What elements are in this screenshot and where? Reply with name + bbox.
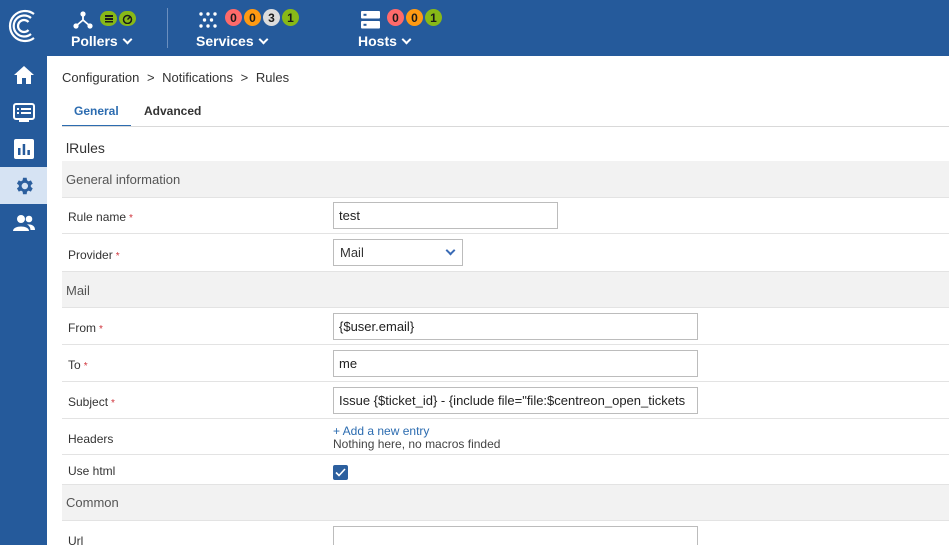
required-mark: *	[83, 361, 88, 372]
rule-name-label: Rule name	[68, 210, 127, 224]
section-mail: Mail	[62, 272, 949, 308]
top-bar: Pollers 0 0 3 1 Services 0 0 1 Hosts	[47, 0, 949, 56]
services-ok-count[interactable]: 1	[282, 9, 299, 26]
url-label: Url	[68, 534, 84, 545]
provider-selected-value: Mail	[340, 245, 364, 260]
pollers-icon	[73, 11, 93, 29]
headers-row: Headers + Add a new entry Nothing here, …	[62, 419, 949, 455]
main-content: Configuration > Notifications > Rules Ge…	[47, 56, 949, 545]
url-row: Url	[62, 521, 949, 545]
use-html-row: Use html	[62, 455, 949, 485]
services-critical-count[interactable]: 0	[225, 9, 242, 26]
from-input[interactable]: {$user.email}	[333, 313, 698, 340]
hosts-icon	[361, 11, 380, 29]
subject-label: Subject	[68, 395, 109, 409]
use-html-checkbox[interactable]	[333, 465, 348, 480]
sidebar-item-home[interactable]	[0, 56, 47, 93]
rule-name-row: Rule name * test	[62, 198, 949, 234]
headers-label: Headers	[68, 432, 114, 446]
chevron-down-icon	[258, 34, 269, 44]
required-mark: *	[115, 251, 120, 262]
subject-row: Subject * Issue {$ticket_id} - {include f…	[62, 382, 949, 419]
to-input[interactable]: me	[333, 350, 698, 377]
hosts-down-count[interactable]: 0	[387, 9, 404, 26]
to-label: To	[68, 358, 81, 372]
tab-general[interactable]: General	[62, 100, 131, 127]
topbar-divider	[167, 8, 168, 48]
centreon-logo-icon[interactable]	[8, 8, 40, 44]
administration-users-icon	[12, 214, 35, 231]
chevron-down-icon	[445, 245, 456, 256]
services-warning-count[interactable]: 0	[244, 9, 261, 26]
from-label: From	[68, 321, 96, 335]
pollers-label: Pollers	[71, 33, 118, 49]
page-title: lRules	[66, 140, 105, 156]
pollers-status	[100, 11, 136, 26]
use-html-label: Use html	[68, 464, 116, 478]
url-input[interactable]	[333, 526, 698, 545]
breadcrumb: Configuration > Notifications > Rules	[62, 70, 293, 85]
section-title: General information	[66, 172, 181, 187]
section-general-information: General information	[62, 161, 949, 198]
sidebar	[0, 0, 47, 545]
services-counters: 0 0 3 1	[225, 9, 299, 26]
required-mark: *	[99, 324, 103, 335]
headers-empty-note: Nothing here, no macros finded	[333, 437, 501, 451]
reporting-chart-icon	[13, 138, 34, 159]
chevron-down-icon	[122, 34, 133, 44]
services-menu[interactable]: 0 0 3 1 Services	[196, 0, 336, 56]
services-unknown-count[interactable]: 3	[263, 9, 280, 26]
hosts-unreachable-count[interactable]: 0	[406, 9, 423, 26]
breadcrumb-item-rules[interactable]: Rules	[256, 70, 289, 85]
tabs-divider	[62, 126, 949, 127]
hosts-counters: 0 0 1	[387, 9, 442, 26]
hosts-label: Hosts	[358, 33, 397, 49]
to-row: To * me	[62, 345, 949, 382]
latency-gauge-icon	[119, 11, 136, 26]
home-icon	[13, 65, 34, 84]
required-mark: *	[111, 398, 115, 409]
breadcrumb-separator: >	[146, 70, 155, 85]
sidebar-item-reporting[interactable]	[0, 130, 47, 167]
section-common: Common	[62, 485, 949, 521]
sidebar-item-administration[interactable]	[0, 204, 47, 241]
rule-form: General information Rule name * test Prov…	[62, 161, 949, 545]
breadcrumb-item-notifications[interactable]: Notifications	[162, 70, 233, 85]
database-icon	[100, 11, 117, 26]
hosts-up-count[interactable]: 1	[425, 9, 442, 26]
from-row: From * {$user.email}	[62, 308, 949, 345]
checkmark-icon	[335, 468, 346, 477]
services-icon	[199, 12, 217, 28]
breadcrumb-separator: >	[240, 70, 249, 85]
provider-row: Provider * Mail	[62, 234, 949, 272]
tabs: General Advanced	[62, 100, 949, 127]
provider-label: Provider	[68, 248, 113, 262]
monitoring-list-icon	[12, 102, 35, 122]
section-title: Mail	[66, 283, 90, 298]
breadcrumb-item-configuration[interactable]: Configuration	[62, 70, 139, 85]
sidebar-item-monitoring[interactable]	[0, 93, 47, 130]
add-entry-link[interactable]: + Add a new entry	[333, 424, 429, 438]
chevron-down-icon	[401, 34, 412, 44]
subject-input[interactable]: Issue {$ticket_id} - {include file="file…	[333, 387, 698, 414]
rule-name-input[interactable]: test	[333, 202, 558, 229]
provider-select[interactable]: Mail	[333, 239, 463, 266]
tab-advanced[interactable]: Advanced	[132, 100, 213, 127]
sidebar-item-configuration[interactable]	[0, 167, 47, 204]
hosts-menu[interactable]: 0 0 1 Hosts	[358, 0, 478, 56]
pollers-menu[interactable]: Pollers	[69, 0, 159, 56]
services-label: Services	[196, 33, 254, 49]
required-mark: *	[129, 213, 133, 224]
configuration-gear-icon	[16, 177, 33, 194]
section-title: Common	[66, 495, 119, 510]
